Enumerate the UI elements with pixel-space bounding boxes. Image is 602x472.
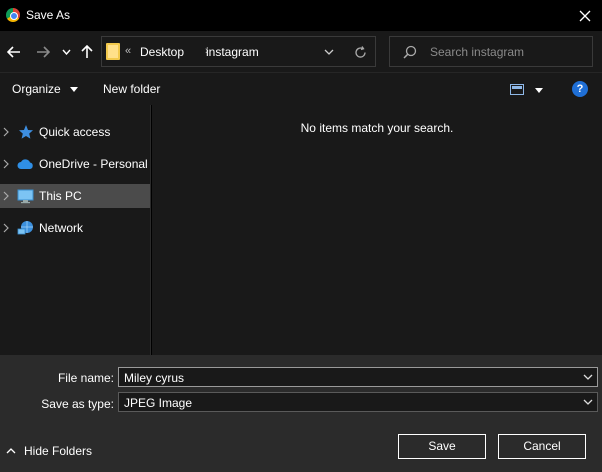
save-type-label: Save as type: — [41, 397, 114, 411]
chevron-right-icon[interactable] — [3, 223, 9, 233]
save-type-dropdown[interactable] — [582, 397, 594, 407]
sidebar-item-network[interactable]: Network — [0, 216, 150, 240]
recent-locations-button[interactable] — [60, 41, 72, 63]
file-name-label: File name: — [57, 371, 114, 385]
breadcrumb-instagram[interactable]: instagram — [206, 45, 259, 59]
navigation-bar: « Desktop › instagram Search instagram — [0, 31, 602, 72]
window-title: Save As — [26, 8, 71, 22]
chevron-up-icon — [6, 448, 16, 454]
sidebar-item-label: OneDrive - Personal — [39, 157, 148, 171]
file-list[interactable]: No items match your search. — [152, 105, 602, 355]
address-bar[interactable]: « Desktop › instagram — [101, 36, 376, 67]
refresh-icon — [354, 45, 366, 58]
refresh-button[interactable] — [352, 44, 368, 60]
chevron-right-icon[interactable] — [3, 159, 9, 169]
file-name-dropdown[interactable] — [582, 372, 594, 382]
organize-button[interactable]: Organize — [12, 82, 79, 96]
chevron-down-icon — [583, 374, 593, 380]
sidebar-item-onedrive[interactable]: OneDrive - Personal — [0, 152, 150, 176]
forward-button[interactable] — [34, 41, 52, 63]
chevron-right-icon[interactable] — [3, 127, 9, 137]
cloud-icon — [17, 159, 33, 169]
command-bar: Organize New folder ? — [0, 72, 602, 105]
search-placeholder: Search instagram — [430, 45, 525, 59]
empty-message: No items match your search. — [300, 121, 454, 135]
chevron-down-icon — [324, 49, 334, 55]
save-button[interactable]: Save — [398, 434, 486, 459]
network-icon — [17, 221, 33, 235]
view-icon — [510, 84, 543, 95]
chrome-icon — [6, 8, 20, 22]
sidebar-item-label: Network — [39, 221, 84, 235]
title-bar: Save As — [0, 0, 602, 31]
organize-label: Organize — [12, 82, 61, 96]
back-button[interactable] — [5, 41, 23, 63]
up-button[interactable] — [79, 41, 95, 63]
sidebar-item-label: Quick access — [39, 125, 111, 139]
address-dropdown[interactable] — [322, 46, 336, 58]
search-box[interactable]: Search instagram — [389, 36, 593, 67]
star-icon — [19, 125, 33, 139]
arrow-left-icon — [7, 46, 20, 58]
cancel-button[interactable]: Cancel — [498, 434, 586, 459]
chevron-right-icon[interactable] — [3, 191, 9, 201]
sidebar-item-label: This PC — [39, 189, 82, 203]
sidebar-item-this-pc[interactable]: This PC — [0, 184, 150, 208]
change-view-button[interactable] — [510, 83, 546, 97]
chevron-down-icon — [61, 49, 71, 55]
monitor-icon — [17, 189, 34, 204]
help-button[interactable]: ? — [572, 81, 588, 97]
breadcrumb-desktop[interactable]: Desktop — [140, 45, 184, 59]
caret-down-icon — [70, 87, 79, 93]
arrow-up-icon — [81, 45, 93, 58]
navigation-pane: Quick access OneDrive - Personal This PC — [0, 105, 151, 355]
new-folder-button[interactable]: New folder — [103, 82, 160, 96]
hide-folders-button[interactable]: Hide Folders — [6, 444, 92, 458]
file-name-value[interactable]: Miley cyrus — [124, 371, 184, 385]
search-icon — [403, 45, 417, 59]
folder-icon — [106, 43, 120, 60]
save-type-select[interactable]: JPEG Image — [118, 392, 598, 412]
save-panel: File name: Miley cyrus Save as type: JPE… — [0, 355, 602, 472]
file-name-input[interactable]: Miley cyrus — [118, 367, 598, 387]
hide-folders-label: Hide Folders — [24, 444, 93, 458]
address-overflow[interactable]: « — [125, 45, 131, 57]
sidebar-item-quick-access[interactable]: Quick access — [0, 120, 150, 144]
arrow-right-icon — [37, 46, 50, 58]
save-type-value: JPEG Image — [124, 396, 193, 410]
close-icon — [579, 10, 591, 21]
chevron-down-icon — [583, 399, 593, 405]
close-button[interactable] — [568, 0, 602, 31]
